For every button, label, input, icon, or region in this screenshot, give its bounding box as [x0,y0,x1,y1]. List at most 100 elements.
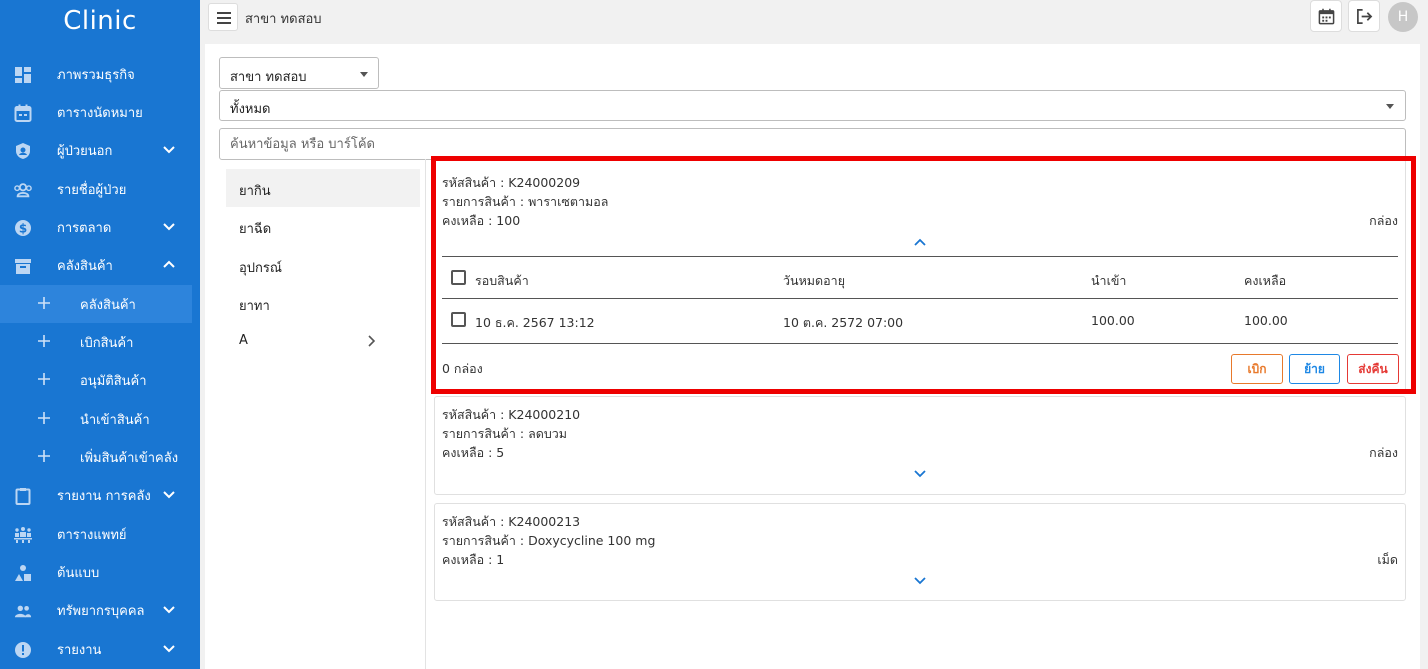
logout-button[interactable] [1348,0,1380,32]
chevron-up-icon[interactable] [913,237,927,247]
column-header-expiry: วันหมดอายุ [783,273,846,288]
column-header-imported: นำเข้า [1091,273,1127,288]
sidebar-item-label: ภาพรวมธุรกิจ [57,67,135,83]
svg-text:$: $ [19,222,27,236]
dropdown-caret-icon [360,72,368,77]
category-equipment[interactable]: อุปกรณ์ [226,246,420,284]
shield-icon [16,143,30,159]
sidebar-item-label: ทรัพยากรบุคคล [57,603,145,619]
type-select-value: ทั้งหมด [230,102,271,117]
category-divider [425,159,426,669]
sidebar-subitem-label: เบิกสินค้า [80,335,134,351]
product-remaining: คงเหลือ : 100 [442,213,521,228]
chevron-down-icon [163,606,175,614]
search-input[interactable] [219,128,1406,160]
sidebar-item-marketing[interactable]: $ การตลาด [0,208,192,246]
category-label: ยากิน [239,184,271,199]
sidebar-subitem-label: อนุมัติสินค้า [80,373,147,389]
user-avatar[interactable]: H [1388,2,1418,32]
table-divider [442,343,1398,344]
product-card: รหัสสินค้า : K24000213 รายการสินค้า : Do… [434,503,1406,601]
move-button[interactable]: ย้าย [1289,354,1340,384]
branch-select[interactable]: สาขา ทดสอบ [219,57,379,89]
calendar-icon [1318,8,1335,25]
logout-icon [1357,9,1373,24]
calendar-button[interactable] [1310,0,1342,32]
expiry-cell: 10 ต.ค. 2572 07:00 [783,315,904,330]
chevron-down-icon [163,146,175,154]
sidebar-subitem-label: คลังสินค้า [80,297,136,313]
doctor-schedule-icon [14,527,32,543]
product-remaining: คงเหลือ : 1 [442,552,505,567]
sidebar-subitem-withdraw[interactable]: เบิกสินค้า [0,323,192,361]
chevron-down-icon[interactable] [913,576,927,586]
sidebar-item-label: ตารางนัดหมาย [57,105,143,121]
sidebar-item-hr[interactable]: ทรัพยากรบุคคล [0,591,192,629]
product-code: รหัสสินค้า : K24000210 [442,407,581,422]
clipboard-icon [15,488,31,505]
product-card: รหัสสินค้า : K24000209 รายการสินค้า : พา… [434,159,1406,392]
category-injection[interactable]: ยาฉีด [226,207,420,245]
sidebar-subitem-add-stock[interactable]: เพิ่มสินค้าเข้าคลัง [0,438,192,476]
sidebar-item-doctor-schedule[interactable]: ตารางแพทย์ [0,515,192,553]
type-select[interactable]: ทั้งหมด [219,90,1406,121]
sidebar: Clinic ภาพรวมธุรกิจ ตารางนัดหมาย ผู้ป่วย… [0,0,200,669]
sidebar-item-appointments[interactable]: ตารางนัดหมาย [0,93,192,131]
sidebar-item-templates[interactable]: ต้นแบบ [0,553,192,591]
row-checkbox[interactable] [451,312,466,327]
plus-icon [38,373,50,385]
archive-icon [15,259,31,274]
chevron-down-icon [163,645,175,653]
people-icon [14,605,32,618]
category-oral-medicine[interactable]: ยากิน [226,169,420,207]
column-header-remaining: คงเหลือ [1244,273,1287,288]
sidebar-item-label: ผู้ป่วยนอก [57,143,113,159]
sidebar-item-label: การตลาด [57,220,112,236]
remaining-cell: 100.00 [1244,313,1288,328]
product-unit: กล่อง [1369,213,1398,228]
product-unit: กล่อง [1369,445,1398,460]
plus-icon [38,297,50,309]
plus-icon [38,412,50,424]
sidebar-item-outpatient[interactable]: ผู้ป่วยนอก [0,131,192,169]
lot-cell: 10 ธ.ค. 2567 13:12 [475,315,595,330]
dollar-icon: $ [15,220,31,236]
sidebar-item-inventory[interactable]: คลังสินค้า [0,246,192,284]
select-all-checkbox[interactable] [451,270,466,285]
app-brand: Clinic [63,6,137,36]
sidebar-item-inventory-report[interactable]: รายงาน การคลัง [0,476,192,514]
sidebar-item-label: ตารางแพทย์ [57,527,127,543]
sidebar-item-label: ต้นแบบ [57,565,100,581]
product-unit: เม็ด [1377,552,1398,567]
chevron-down-icon [163,491,175,499]
column-header-lot: รอบสินค้า [475,273,529,288]
plus-icon [38,335,50,347]
sidebar-item-reports[interactable]: รายงาน [0,630,192,668]
sidebar-item-label: คลังสินค้า [57,258,113,274]
category-label: ยาฉีด [239,222,272,237]
table-divider [442,298,1398,299]
return-button[interactable]: ส่งคืน [1347,354,1399,384]
sidebar-subitem-import[interactable]: นำเข้าสินค้า [0,400,192,438]
chevron-down-icon[interactable] [913,469,927,479]
menu-toggle-button[interactable] [208,3,238,31]
sidebar-subitem-inventory[interactable]: คลังสินค้า [0,285,192,323]
category-label: A [239,333,248,348]
product-remaining: คงเหลือ : 5 [442,445,505,460]
sidebar-item-label: รายงาน [57,642,102,658]
imported-cell: 100.00 [1091,313,1135,328]
withdraw-button[interactable]: เบิก [1231,354,1283,384]
product-code: รหัสสินค้า : K24000209 [442,175,581,190]
sidebar-subitem-label: นำเข้าสินค้า [80,412,150,428]
sidebar-item-label: รายงาน การคลัง [57,488,151,504]
product-code: รหัสสินค้า : K24000213 [442,514,581,529]
branch-select-value: สาขา ทดสอบ [230,70,307,85]
sidebar-item-label: รายชื่อผู้ป่วย [57,182,127,198]
category-label: อุปกรณ์ [239,261,282,276]
category-a[interactable]: A [226,322,420,360]
sidebar-item-patient-list[interactable]: รายชื่อผู้ป่วย [0,170,192,208]
shapes-icon [15,565,31,581]
sidebar-item-business-overview[interactable]: ภาพรวมธุรกิจ [0,55,192,93]
category-topical[interactable]: ยาทา [226,284,420,322]
sidebar-subitem-approve[interactable]: อนุมัติสินค้า [0,361,192,399]
